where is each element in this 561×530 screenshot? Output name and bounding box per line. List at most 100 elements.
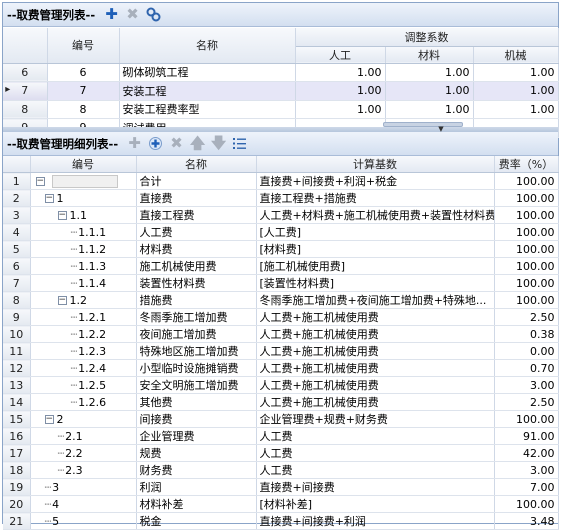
code-cell[interactable]: −1.1 xyxy=(30,206,137,224)
name-cell[interactable]: 冬雨季施工增加费 xyxy=(136,308,257,326)
name-cell[interactable]: 规费 xyxy=(136,444,257,462)
collapse-icon[interactable]: − xyxy=(57,296,67,305)
basis-cell[interactable]: [装置性材料费] xyxy=(256,274,495,292)
table-row[interactable]: 16 ┈2.1 企业管理费 人工费 91.00 xyxy=(3,427,559,445)
labor-column-header[interactable]: 人工 xyxy=(295,46,386,64)
rate-cell[interactable]: 100.00 xyxy=(494,495,559,513)
basis-cell[interactable]: 人工费+施工机械使用费 xyxy=(256,359,495,377)
rate-cell[interactable]: 3.48 xyxy=(494,512,559,530)
basis-cell[interactable]: 直接工程费+措施费 xyxy=(256,189,495,207)
code-column-header[interactable]: 编号 xyxy=(47,28,120,64)
code-cell[interactable]: ┈1.1.2 xyxy=(30,240,137,258)
table-row[interactable]: 6 6 砌体砌筑工程 1.00 1.00 1.00 xyxy=(3,63,559,82)
rate-cell[interactable]: 100.00 xyxy=(494,189,559,207)
table-row[interactable]: 17 ┈2.2 规费 人工费 42.00 xyxy=(3,444,559,462)
basis-cell[interactable]: 人工费 xyxy=(256,461,495,479)
table-row[interactable]: 1− 合计 直接费+间接费+利润+税金 100.00 xyxy=(3,172,559,190)
name-cell[interactable]: 税金 xyxy=(136,512,257,530)
rate-cell[interactable]: 2.50 xyxy=(494,308,559,326)
code-cell[interactable]: ┈2.1 xyxy=(30,427,137,445)
machine-column-header[interactable]: 机械 xyxy=(473,46,559,64)
name-cell[interactable]: 安装工程 xyxy=(119,81,296,101)
table-row[interactable]: 7 ┈1.1.4 装置性材料费 [装置性材料费] 100.00 xyxy=(3,274,559,292)
code-column-header[interactable]: 编号 xyxy=(30,156,137,173)
code-cell[interactable]: ┈1.1.4 xyxy=(30,274,137,292)
rate-cell[interactable]: 0.70 xyxy=(494,359,559,377)
name-cell[interactable]: 利润 xyxy=(136,478,257,496)
move-up-icon[interactable]: 🡅 xyxy=(189,135,206,152)
basis-cell[interactable]: 人工费 xyxy=(256,444,495,462)
code-cell[interactable]: ┈1.2.4 xyxy=(30,359,137,377)
name-cell[interactable]: 装置性材料费 xyxy=(136,274,257,292)
basis-cell[interactable]: [施工机械使用费] xyxy=(256,257,495,275)
table-row[interactable]: 20 ┈4 材料补差 [材料补差] 100.00 xyxy=(3,495,559,513)
name-cell[interactable]: 企业管理费 xyxy=(136,427,257,445)
code-cell[interactable]: ┈1.2.2 xyxy=(30,325,137,343)
table-row[interactable]: 11 ┈1.2.3 特殊地区施工增加费 人工费+施工机械使用费 0.00 xyxy=(3,342,559,360)
name-cell[interactable]: 人工费 xyxy=(136,223,257,241)
code-cell[interactable]: ┈1.1.3 xyxy=(30,257,137,275)
material-factor-cell[interactable]: 1.00 xyxy=(385,81,474,101)
table-row[interactable]: 9 ┈1.2.1 冬雨季施工增加费 人工费+施工机械使用费 2.50 xyxy=(3,308,559,326)
table-row[interactable]: 8−1.2 措施费 冬雨季施工增加费+夜间施工增加费+特殊地... 100.00 xyxy=(3,291,559,309)
rate-cell[interactable]: 42.00 xyxy=(494,444,559,462)
name-cell[interactable]: 合计 xyxy=(136,172,257,190)
basis-cell[interactable]: 人工费+施工机械使用费 xyxy=(256,393,495,411)
table-row[interactable]: 3−1.1 直接工程费 人工费+材料费+施工机械使用费+装置性材料费 100.00 xyxy=(3,206,559,224)
name-cell[interactable]: 材料补差 xyxy=(136,495,257,513)
collapse-icon[interactable]: − xyxy=(35,176,45,186)
selected-code-box[interactable] xyxy=(51,174,118,188)
rate-cell[interactable]: 100.00 xyxy=(494,206,559,224)
code-cell[interactable]: −1 xyxy=(30,189,137,207)
rate-cell[interactable]: 100.00 xyxy=(494,172,559,190)
machine-factor-cell[interactable]: 1.00 xyxy=(473,81,559,101)
code-cell[interactable]: ┈4 xyxy=(30,495,137,513)
labor-factor-cell[interactable]: 1.00 xyxy=(295,100,386,119)
name-cell[interactable]: 材料费 xyxy=(136,240,257,258)
basis-cell[interactable]: 人工费+施工机械使用费 xyxy=(256,342,495,360)
table-row[interactable]: 19 ┈3 利润 直接费+间接费 7.00 xyxy=(3,478,559,496)
code-cell[interactable]: ┈1.2.1 xyxy=(30,308,137,326)
rate-cell[interactable]: 100.00 xyxy=(494,274,559,292)
name-cell[interactable]: 财务费 xyxy=(136,461,257,479)
move-down-icon[interactable]: 🡇 xyxy=(210,135,227,152)
list-icon[interactable] xyxy=(231,135,248,152)
basis-cell[interactable]: [材料补差] xyxy=(256,495,495,513)
table-row[interactable]: 15−2 间接费 企业管理费+规费+财务费 100.00 xyxy=(3,410,559,428)
code-cell[interactable]: ┈1.2.3 xyxy=(30,342,137,360)
code-cell[interactable]: −2 xyxy=(30,410,137,428)
name-cell[interactable]: 特殊地区施工增加费 xyxy=(136,342,257,360)
collapse-icon[interactable]: − xyxy=(44,194,54,203)
machine-factor-cell[interactable]: 1.00 xyxy=(473,63,559,82)
rate-cell[interactable]: 100.00 xyxy=(494,240,559,258)
machine-factor-cell[interactable]: 1.00 xyxy=(473,100,559,119)
basis-cell[interactable]: 冬雨季施工增加费+夜间施工增加费+特殊地... xyxy=(256,291,495,309)
table-row[interactable]: 21 ┈5 税金 直接费+间接费+利润 3.48 xyxy=(3,512,559,530)
rate-cell[interactable]: 100.00 xyxy=(494,291,559,309)
code-cell[interactable]: ┈1.1.1 xyxy=(30,223,137,241)
name-cell[interactable]: 小型临时设施摊销费 xyxy=(136,359,257,377)
code-cell[interactable]: 6 xyxy=(47,63,120,82)
basis-column-header[interactable]: 计算基数 xyxy=(256,156,495,173)
rate-cell[interactable]: 100.00 xyxy=(494,223,559,241)
basis-cell[interactable]: 人工费+材料费+施工机械使用费+装置性材料费 xyxy=(256,206,495,224)
name-cell[interactable]: 其他费 xyxy=(136,393,257,411)
material-factor-cell[interactable]: 1.00 xyxy=(385,63,474,82)
rate-cell[interactable]: 0.38 xyxy=(494,325,559,343)
table-row[interactable]: 4 ┈1.1.1 人工费 [人工费] 100.00 xyxy=(3,223,559,241)
table-row[interactable]: 10 ┈1.2.2 夜间施工增加费 人工费+施工机械使用费 0.38 xyxy=(3,325,559,343)
table-row[interactable]: ▸ 7 7 安装工程 1.00 1.00 1.00 xyxy=(3,81,559,101)
code-cell[interactable]: ┈3 xyxy=(30,478,137,496)
name-cell[interactable]: 直接费 xyxy=(136,189,257,207)
labor-factor-cell[interactable]: 1.00 xyxy=(295,81,386,101)
code-cell[interactable]: ┈2.3 xyxy=(30,461,137,479)
rate-cell[interactable]: 0.00 xyxy=(494,342,559,360)
name-cell[interactable]: 直接工程费 xyxy=(136,206,257,224)
table-row[interactable]: 12 ┈1.2.4 小型临时设施摊销费 人工费+施工机械使用费 0.70 xyxy=(3,359,559,377)
code-cell[interactable]: 7 xyxy=(47,81,120,101)
rate-cell[interactable]: 7.00 xyxy=(494,478,559,496)
name-cell[interactable]: 措施费 xyxy=(136,291,257,309)
name-cell[interactable]: 夜间施工增加费 xyxy=(136,325,257,343)
add-icon[interactable]: ✚ xyxy=(103,6,120,23)
code-cell[interactable]: ┈2.2 xyxy=(30,444,137,462)
